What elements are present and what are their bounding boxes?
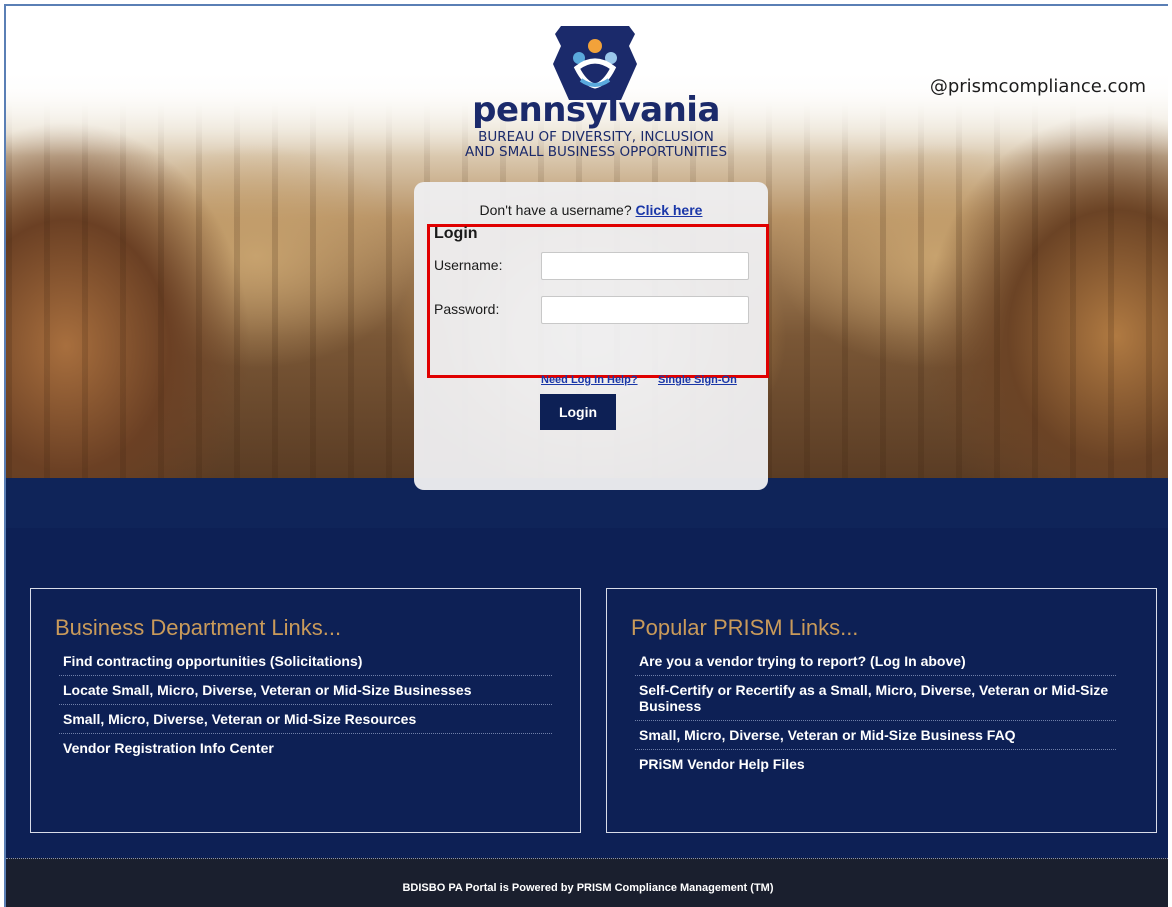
login-heading: Login (434, 225, 478, 242)
signup-prompt: Don't have a username? Click here (479, 202, 703, 218)
footer: BDISBO PA Portal is Powered by PRISM Com… (6, 858, 1168, 907)
business-links-panel: Business Department Links... Find contra… (30, 588, 581, 833)
brand-subtitle: BUREAU OF DIVERSITY, INCLUSION AND SMALL… (464, 129, 728, 160)
list-item[interactable]: Locate Small, Micro, Diverse, Veteran or… (59, 676, 552, 705)
list-item[interactable]: Vendor Registration Info Center (59, 734, 552, 762)
list-item[interactable]: PRiSM Vendor Help Files (635, 750, 1116, 778)
footer-text: BDISBO PA Portal is Powered by PRISM Com… (402, 882, 774, 894)
business-links-list: Find contracting opportunities (Solicita… (59, 647, 552, 762)
list-item[interactable]: Self-Certify or Recertify as a Small, Mi… (635, 676, 1116, 721)
login-help-link[interactable]: Need Log In Help? (541, 374, 638, 386)
signup-link[interactable]: Click here (636, 202, 703, 218)
list-item[interactable]: Small, Micro, Diverse, Veteran or Mid-Si… (635, 721, 1116, 750)
username-label: Username: (434, 257, 503, 273)
list-item[interactable]: Small, Micro, Diverse, Veteran or Mid-Si… (59, 705, 552, 734)
prism-links-title: Popular PRISM Links... (631, 615, 859, 640)
list-item[interactable]: Find contracting opportunities (Solicita… (59, 647, 552, 676)
page-frame: pennsylvania BUREAU OF DIVERSITY, INCLUS… (4, 4, 1168, 907)
password-label: Password: (434, 301, 500, 317)
password-input[interactable] (541, 296, 749, 324)
prism-links-list: Are you a vendor trying to report? (Log … (635, 647, 1116, 778)
domain-label: @prismcompliance.com (929, 76, 1146, 97)
brand-name: pennsylvania (472, 90, 720, 130)
single-sign-on-link[interactable]: Single Sign-On (658, 374, 737, 386)
list-item[interactable]: Are you a vendor trying to report? (Log … (635, 647, 1116, 676)
business-links-title: Business Department Links... (55, 615, 342, 640)
login-button[interactable]: Login (540, 394, 616, 430)
prism-links-panel: Popular PRISM Links... Are you a vendor … (606, 588, 1157, 833)
username-input[interactable] (541, 252, 749, 280)
